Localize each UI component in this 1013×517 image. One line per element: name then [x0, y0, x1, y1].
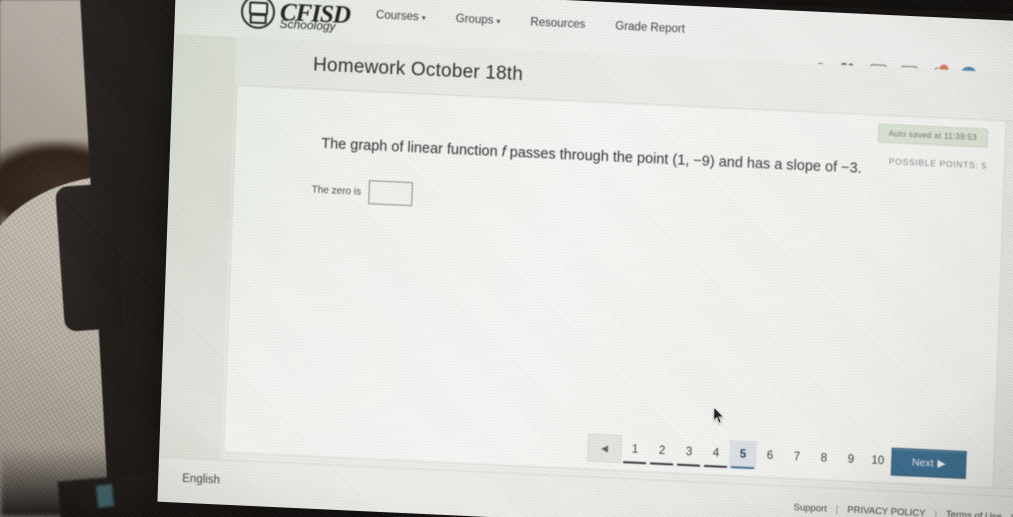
page-title: Homework October 18th	[312, 54, 524, 86]
footer-separator: |	[835, 504, 839, 516]
answer-row: The zero is	[311, 177, 414, 207]
support-link[interactable]: Support	[793, 502, 827, 515]
pagination-page-1[interactable]: 1	[621, 435, 649, 464]
photo-of-laptop-screen: CFISD Schoology Courses ▾ Groups ▾ Resou…	[0, 0, 1013, 517]
laptop-sticker	[95, 484, 115, 508]
next-button-label: Next	[911, 456, 934, 470]
pagination-page-6[interactable]: 6	[756, 441, 784, 470]
arrow-right-icon: ▶	[937, 457, 946, 471]
assessment-card: Auto saved at 11:39:53 POSSIBLE POINTS: …	[223, 84, 1013, 491]
laptop-bezel-notch	[55, 183, 123, 332]
terms-of-use-link[interactable]: Terms of Use	[946, 509, 1002, 517]
mouse-cursor	[713, 407, 725, 424]
tool-rail: i ‹	[992, 121, 1013, 490]
pagination-page-9[interactable]: 9	[837, 445, 865, 474]
chevron-down-icon: ▾	[421, 12, 426, 23]
question-text: The graph of linear function f passes th…	[321, 134, 899, 182]
nav-item-label: Courses	[375, 9, 419, 24]
answer-label: The zero is	[311, 183, 362, 198]
brand-logo[interactable]: CFISD Schoology	[240, 0, 350, 33]
possible-points-label: POSSIBLE POINTS: 5	[888, 156, 988, 171]
chevron-down-icon: ▾	[496, 16, 501, 26]
question-text-part1: The graph of linear function	[321, 135, 502, 161]
pagination-page-4[interactable]: 4	[702, 439, 730, 468]
nav-item-label: Groups	[455, 12, 494, 27]
footer-links: Support | PRIVACY POLICY | Terms of Use …	[793, 502, 1013, 517]
nav-item-grade-report[interactable]: Grade Report	[615, 20, 685, 35]
nav-item-courses[interactable]: Courses ▾	[376, 9, 426, 23]
autosave-status: Auto saved at 11:39:53	[877, 123, 989, 148]
laptop-screen: CFISD Schoology Courses ▾ Groups ▾ Resou…	[157, 0, 1013, 517]
footer-separator: |	[934, 508, 938, 517]
pagination-page-3[interactable]: 3	[675, 438, 703, 467]
nav-item-groups[interactable]: Groups ▾	[456, 13, 501, 27]
question-text-part2: passes through the point (1, −9) and has…	[505, 144, 862, 177]
next-button[interactable]: Next ▶	[890, 447, 967, 480]
language-selector[interactable]: English	[182, 473, 220, 487]
nav-item-label: Grade Report	[615, 20, 686, 36]
nav-item-label: Resources	[530, 16, 586, 31]
pagination-page-5[interactable]: 5	[728, 440, 757, 470]
nav-links: Courses ▾ Groups ▾ Resources Grade Repor…	[376, 9, 685, 39]
pagination-page-10[interactable]: 10	[864, 446, 892, 475]
pagination-page-2[interactable]: 2	[648, 436, 676, 465]
pagination-prev-button[interactable]: ◀	[587, 433, 623, 464]
pagination-page-7[interactable]: 7	[783, 443, 811, 472]
privacy-policy-link[interactable]: PRIVACY POLICY	[847, 505, 926, 517]
answer-input[interactable]	[368, 180, 414, 207]
nav-item-resources[interactable]: Resources	[530, 16, 585, 31]
pagination-page-8[interactable]: 8	[810, 444, 838, 473]
page-body: Homework October 18th Auto saved at 11:3…	[157, 33, 1013, 517]
cfisd-logo-icon	[240, 0, 276, 30]
